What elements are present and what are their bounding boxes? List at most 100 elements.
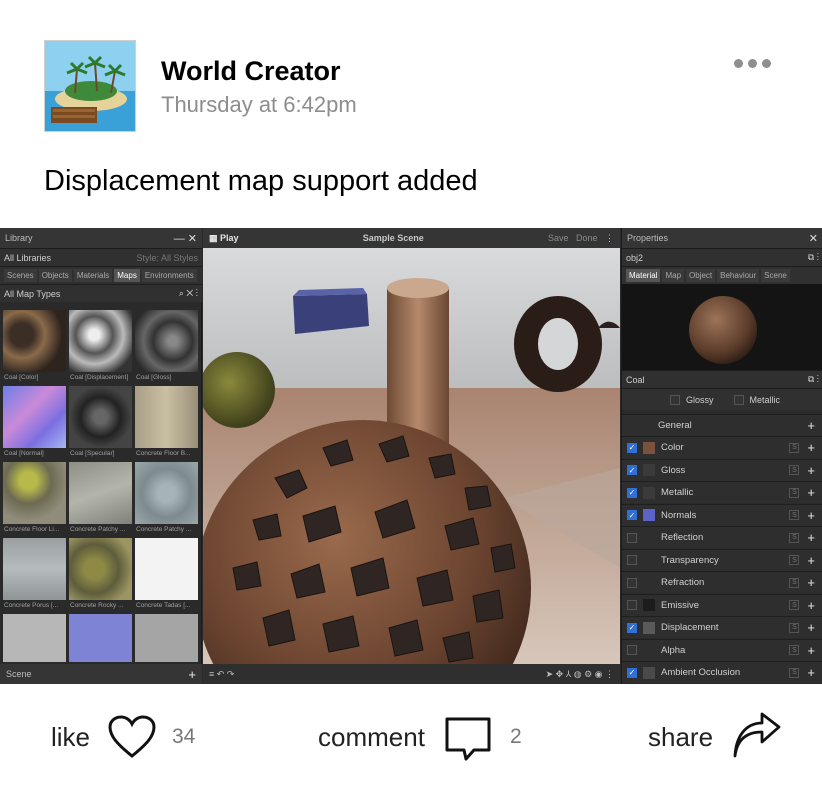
channel-row[interactable]: Emissive S + [622, 593, 822, 616]
save-button[interactable]: Save [548, 233, 569, 243]
add-icon[interactable]: + [807, 508, 815, 523]
add-icon[interactable]: + [807, 553, 815, 568]
channel-row[interactable]: ✓ Displacement S + [622, 616, 822, 638]
shader-badge-icon[interactable]: S [789, 532, 800, 543]
post-timestamp[interactable]: Thursday at 6:42pm [161, 92, 357, 118]
tab-scenes[interactable]: Scenes [4, 269, 37, 282]
shader-badge-icon[interactable]: S [789, 667, 800, 678]
channel-swatch[interactable] [643, 486, 655, 499]
channel-row[interactable]: ✓ Normals S + [622, 503, 822, 526]
channel-checkbox[interactable]: ✓ [627, 442, 637, 453]
channel-checkbox[interactable] [627, 645, 637, 655]
more-options-button[interactable] [734, 54, 778, 72]
thumbnail[interactable]: Concrete Floor Li... [3, 462, 66, 533]
thumbnail[interactable]: Coal [Gloss] [135, 310, 198, 381]
tab-objects[interactable]: Objects [38, 269, 72, 282]
thumbnail[interactable]: Concrete Tadas [... [135, 538, 198, 609]
add-icon[interactable]: + [807, 643, 815, 658]
like-button[interactable]: like [51, 722, 90, 753]
channel-swatch[interactable] [643, 554, 655, 566]
channel-swatch[interactable] [643, 576, 655, 589]
channel-row[interactable]: ✓ Ambient Occlusion S + [622, 661, 822, 683]
shader-badge-icon[interactable]: S [789, 577, 800, 588]
thumbnail[interactable]: Concrete Porus [... [3, 538, 66, 609]
play-button[interactable]: ▦ Play [209, 233, 239, 244]
shader-badge-icon[interactable]: S [789, 555, 800, 565]
channel-checkbox[interactable]: ✓ [627, 487, 637, 498]
channel-swatch[interactable] [643, 599, 655, 611]
channel-swatch[interactable] [643, 666, 655, 679]
add-icon[interactable]: + [807, 620, 815, 635]
add-icon[interactable]: + [807, 665, 815, 680]
general-row[interactable]: General + [622, 414, 822, 436]
channel-checkbox[interactable]: ✓ [627, 510, 637, 520]
shader-badge-icon[interactable]: S [789, 600, 800, 610]
style-select[interactable]: Style: All Styles [136, 253, 198, 263]
channel-swatch[interactable] [643, 531, 655, 544]
channel-checkbox[interactable] [627, 555, 637, 565]
channel-checkbox[interactable]: ✓ [627, 465, 637, 475]
heart-icon[interactable] [107, 714, 157, 760]
viewport-panel[interactable]: ▦ Play Sample Scene Save Done ⋮ ≡ ↶ ↷ ➤ … [203, 228, 620, 684]
share-button[interactable]: share [648, 722, 713, 753]
metallic-checkbox[interactable] [733, 394, 744, 405]
tab-material[interactable]: Material [626, 269, 661, 282]
thumbnail[interactable]: Concrete Rocky ... [69, 538, 132, 609]
channel-swatch[interactable] [643, 644, 655, 656]
channel-row[interactable]: Transparency S + [622, 548, 822, 571]
channel-row[interactable]: ✓ Gloss S + [622, 458, 822, 481]
channel-row[interactable]: Reflection S + [622, 526, 822, 548]
avatar[interactable] [44, 40, 136, 132]
comment-button[interactable]: comment [318, 722, 425, 753]
thumbnail[interactable] [135, 614, 198, 662]
thumbnail[interactable] [3, 614, 66, 662]
shader-badge-icon[interactable]: S [789, 487, 800, 498]
channel-checkbox[interactable] [627, 600, 637, 610]
hamburger-icon[interactable]: ≡ ↶ ↷ [209, 669, 234, 680]
tab-object[interactable]: Object [686, 269, 716, 282]
channel-row[interactable]: ✓ Color S + [622, 436, 822, 458]
thumbnail[interactable]: Coal [Displacement] [69, 310, 132, 381]
add-icon[interactable]: + [807, 575, 815, 590]
tab-environments[interactable]: Environments [141, 269, 197, 282]
search-icon[interactable]: ⌕ ✕ ⋮ [179, 288, 198, 299]
post-image[interactable]: Library — ✕ All Libraries Style: All Sty… [0, 228, 822, 684]
tab-materials[interactable]: Materials [73, 269, 113, 282]
add-scene-icon[interactable]: + [188, 667, 196, 682]
channel-checkbox[interactable]: ✓ [627, 667, 637, 678]
channel-row[interactable]: Alpha S + [622, 638, 822, 661]
tool-icons[interactable]: ➤ ✥ ⅄ ◍ ⚙ ◉ ⋮ [546, 669, 614, 680]
add-icon[interactable]: + [807, 440, 815, 455]
shader-badge-icon[interactable]: S [789, 510, 800, 520]
thumbnail[interactable]: Concrete Floor B... [135, 386, 198, 457]
library-select[interactable]: All Libraries [4, 253, 51, 263]
thumbnail[interactable]: Coal [Normal] [3, 386, 66, 457]
material-icons[interactable]: ⧉ ⋮ [808, 374, 819, 385]
thumbnail[interactable]: Concrete Patchy ... [135, 462, 198, 533]
map-type-select[interactable]: All Map Types [4, 289, 60, 299]
shader-badge-icon[interactable]: S [789, 442, 800, 453]
channel-checkbox[interactable] [627, 532, 637, 543]
tab-maps[interactable]: Maps [114, 269, 140, 282]
thumbnail[interactable] [69, 614, 132, 662]
menu-icon[interactable]: ⋮ [605, 233, 614, 243]
add-icon[interactable]: + [807, 598, 815, 613]
channel-swatch[interactable] [643, 441, 655, 454]
done-button[interactable]: Done [576, 233, 598, 243]
author-name[interactable]: World Creator [161, 56, 341, 87]
add-icon[interactable]: + [807, 463, 815, 478]
tab-behaviour[interactable]: Behaviour [717, 269, 760, 282]
channel-row[interactable]: Refraction S + [622, 571, 822, 593]
channel-checkbox[interactable]: ✓ [627, 622, 637, 633]
channel-checkbox[interactable] [627, 577, 637, 588]
thumbnail[interactable]: Coal [Color] [3, 310, 66, 381]
object-icons[interactable]: ⧉ ⋮ [808, 252, 819, 263]
thumbnail[interactable]: Concrete Patchy ... [69, 462, 132, 533]
glossy-checkbox[interactable] [669, 394, 680, 405]
add-icon[interactable]: + [807, 418, 815, 433]
tab-map[interactable]: Map [662, 269, 685, 282]
comment-icon[interactable] [444, 716, 492, 764]
channel-swatch[interactable] [643, 509, 655, 521]
add-icon[interactable]: + [807, 485, 815, 500]
channel-row[interactable]: ✓ Metallic S + [622, 481, 822, 503]
